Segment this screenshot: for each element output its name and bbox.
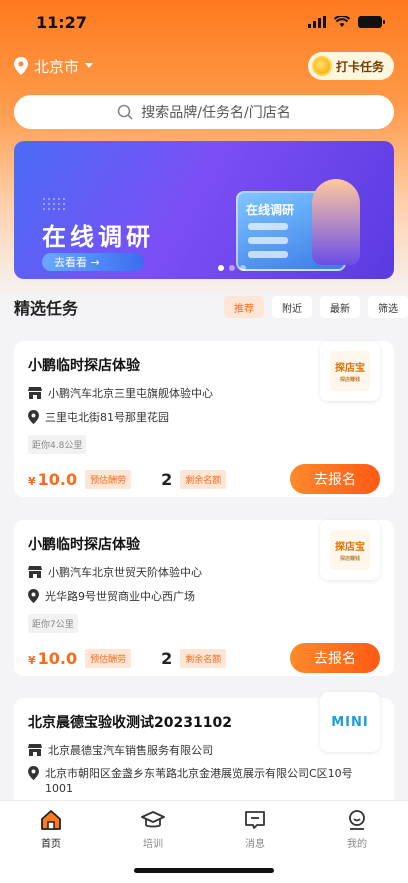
- task-address-row: 光华路9号世贸商业中心西广场: [28, 588, 380, 604]
- task-store-name: 小鹏汽车北京三里屯旗舰体验中心: [48, 387, 213, 400]
- checkin-label: 打卡任务: [335, 59, 384, 74]
- filter-tabs: 推荐 附近 最新 筛选: [224, 296, 408, 318]
- coin-icon: [311, 56, 332, 76]
- store-icon: [28, 566, 42, 578]
- wifi-icon: [334, 16, 350, 27]
- task-card[interactable]: 北京晨德宝验收测试20231102 北京晨德宝汽车销售服务有限公司 北京市朝阳区…: [14, 692, 394, 808]
- task-card[interactable]: 小鹏临时探店体验 小鹏汽车北京三里屯旗舰体验中心 三里屯北街81号那里花园 距你…: [14, 341, 394, 497]
- top-bar: 北京市 打卡任务: [14, 50, 394, 82]
- task-card[interactable]: 小鹏临时探店体验 小鹏汽车北京世贸天阶体验中心 光华路9号世贸商业中心西广场 距…: [14, 520, 394, 676]
- location-pin-icon: [14, 57, 28, 75]
- city-name: 北京市: [34, 57, 80, 76]
- carousel-dot: [229, 265, 235, 271]
- search-input[interactable]: 搜索品牌/任务名/门店名: [14, 95, 394, 129]
- store-icon: [28, 387, 42, 399]
- banner-cta-button[interactable]: 去看看 →: [42, 253, 144, 271]
- search-placeholder: 搜索品牌/任务名/门店名: [141, 105, 291, 121]
- section-header: 精选任务 推荐 附近 最新 筛选: [14, 292, 408, 322]
- signup-button[interactable]: 去报名: [290, 464, 380, 494]
- tab-profile[interactable]: 我的: [327, 809, 387, 883]
- location-pin-icon: [28, 410, 39, 424]
- filter-nearby[interactable]: 附近: [272, 296, 312, 318]
- message-icon: [245, 811, 265, 829]
- banner-character-illustration: [312, 179, 360, 265]
- distance-tag: 距你7公里: [28, 614, 78, 633]
- banner-dots-decoration: [43, 198, 65, 210]
- banner-line: [248, 223, 288, 230]
- task-address: 光华路9号世贸商业中心西广场: [45, 590, 195, 603]
- carousel-dot: [218, 265, 224, 271]
- price-tag: 预估酬劳: [85, 648, 132, 668]
- tandianbao-logo: 探店宝 探店赚钱: [330, 530, 370, 570]
- banner-line: [248, 251, 288, 258]
- signal-icon: [308, 16, 326, 28]
- task-store-name: 小鹏汽车北京世贸天阶体验中心: [48, 566, 202, 579]
- quota-tag: 剩余名额: [180, 469, 227, 489]
- carousel-dot: [240, 265, 246, 271]
- quota-count: 2: [161, 648, 173, 668]
- tab-messages-label: 消息: [245, 839, 265, 850]
- banner-title: 在线调研: [42, 223, 154, 251]
- price-value: 10.0: [37, 469, 78, 489]
- filter-recommended[interactable]: 推荐: [224, 296, 264, 318]
- task-price: ¥10.0: [28, 470, 77, 489]
- quota-tag: 剩余名额: [180, 648, 227, 668]
- quota-count: 2: [161, 469, 173, 489]
- checkin-task-button[interactable]: 打卡任务: [307, 52, 394, 80]
- logo-subtext: 探店赚钱: [339, 556, 360, 562]
- task-footer: ¥10.0 预估酬劳 2 剩余名额 去报名: [28, 643, 380, 673]
- home-icon: [41, 810, 61, 830]
- search-icon: [117, 104, 133, 120]
- status-icons: [308, 16, 385, 28]
- location-pin-icon: [28, 766, 39, 780]
- logo-text: 探店宝: [335, 363, 365, 374]
- home-indicator: [134, 868, 274, 873]
- store-logo: MINI: [320, 692, 380, 752]
- task-address: 三里屯北街81号那里花园: [45, 411, 169, 424]
- price-symbol: ¥: [28, 474, 36, 488]
- tab-training-label: 培训: [143, 839, 163, 850]
- status-bar: 11:27: [0, 0, 408, 44]
- task-address-row: 三里屯北街81号那里花园: [28, 409, 380, 425]
- tab-home-label: 首页: [41, 839, 61, 850]
- task-address-row: 北京市朝阳区金盏乡东苇路北京金港展览展示有限公司C区10号1001: [28, 766, 380, 796]
- store-logo: 探店宝 探店赚钱: [320, 341, 380, 401]
- tab-home[interactable]: 首页: [21, 809, 81, 883]
- logo-text: 探店宝: [335, 542, 365, 553]
- profile-icon: [349, 810, 365, 830]
- price-symbol: ¥: [28, 653, 36, 667]
- signup-button[interactable]: 去报名: [290, 643, 380, 673]
- tab-profile-label: 我的: [347, 839, 367, 850]
- battery-icon: [358, 16, 385, 28]
- task-address: 北京市朝阳区金盏乡东苇路北京金港展览展示有限公司C区10号1001: [45, 767, 353, 795]
- chevron-down-icon: [85, 63, 94, 68]
- distance-tag: 距你4.8公里: [28, 435, 87, 454]
- price-value: 10.0: [37, 648, 78, 668]
- filter-screen[interactable]: 筛选: [368, 296, 408, 318]
- logo-subtext: 探店赚钱: [339, 377, 360, 383]
- store-icon: [28, 744, 42, 756]
- city-selector[interactable]: 北京市: [14, 56, 94, 77]
- price-tag: 预估酬劳: [85, 469, 132, 489]
- graduation-cap-icon: [141, 811, 165, 828]
- banner-line: [248, 237, 288, 244]
- mini-logo: MINI: [331, 714, 369, 730]
- store-logo: 探店宝 探店赚钱: [320, 520, 380, 580]
- status-time: 11:27: [36, 12, 87, 32]
- location-pin-icon: [28, 589, 39, 603]
- tandianbao-logo: 探店宝 探店赚钱: [330, 351, 370, 391]
- promo-banner[interactable]: 在线调研 去看看 → 在线调研: [14, 141, 394, 279]
- banner-card-title: 在线调研: [246, 203, 295, 217]
- task-store-name: 北京晨德宝汽车销售服务有限公司: [48, 744, 213, 757]
- section-title: 精选任务: [14, 299, 79, 318]
- task-price: ¥10.0: [28, 649, 77, 668]
- filter-latest[interactable]: 最新: [320, 296, 360, 318]
- task-footer: ¥10.0 预估酬劳 2 剩余名额 去报名: [28, 464, 380, 494]
- carousel-indicator: [218, 265, 246, 271]
